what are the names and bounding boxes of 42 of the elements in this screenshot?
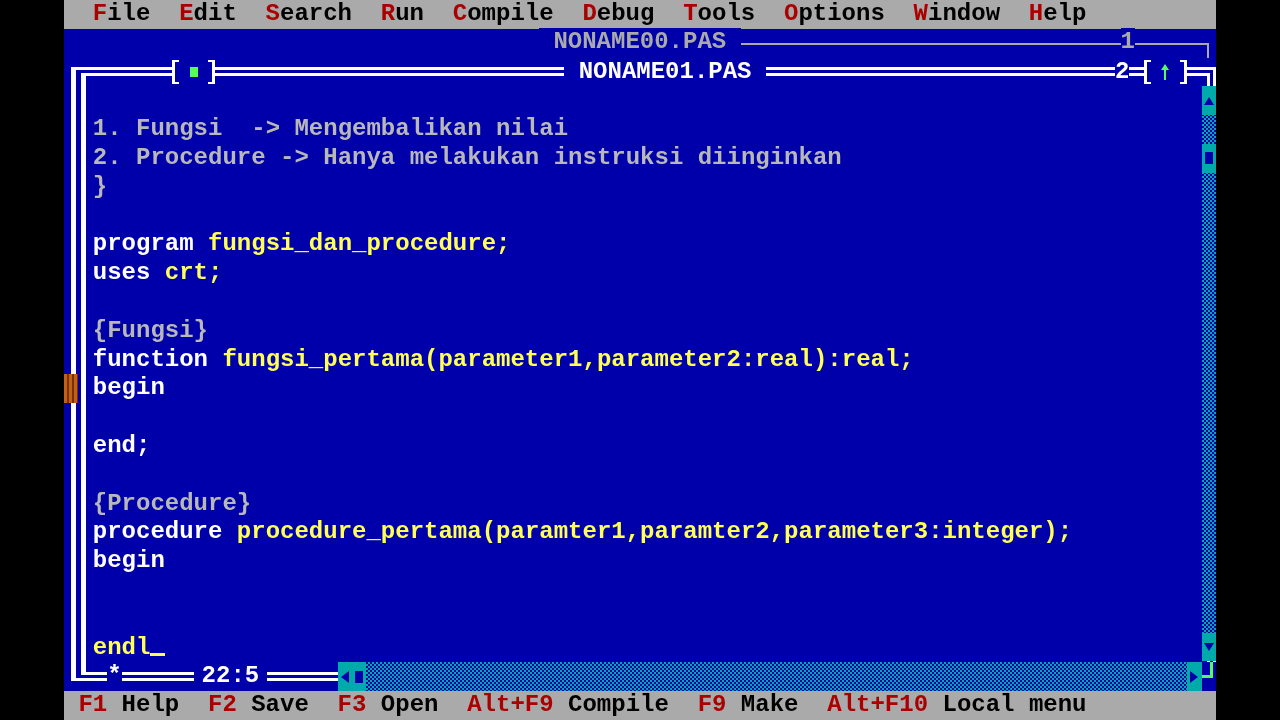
status-shortcut[interactable]: F1 Help [64, 691, 194, 720]
menu-item[interactable]: Compile [438, 0, 568, 29]
scroll-thumb[interactable] [1201, 143, 1216, 173]
up-triangle-icon [1203, 95, 1214, 106]
scroll-right-button[interactable] [1187, 662, 1202, 692]
mouse-cursor-block [64, 374, 78, 404]
status-shortcut[interactable]: Alt+F10 Local menu [812, 691, 1101, 720]
code-line: {Fungsi} [92, 316, 209, 346]
resize-corner-icon[interactable] [1201, 662, 1213, 679]
menu-item[interactable]: Debug [568, 0, 669, 29]
code-line: end; [92, 431, 152, 461]
code-line: 1. Fungsi -> Mengembalikan nilai [92, 115, 570, 144]
code-line: procedure procedure_pertama(paramter1,paramter2,parameter3:integer); [92, 518, 1074, 548]
menu-item[interactable]: Search [251, 0, 367, 29]
menu-item[interactable]: Tools [668, 0, 770, 29]
status-shortcut[interactable]: Alt+F9 Compile [452, 691, 684, 720]
scroll-up-button[interactable] [1201, 86, 1216, 116]
code-line: uses crt; [92, 259, 224, 288]
right-triangle-icon [1189, 670, 1200, 683]
code-line: begin [92, 547, 166, 576]
scroll-thumb[interactable] [352, 662, 367, 692]
horizontal-scrollbar[interactable] [337, 662, 1202, 692]
left-triangle-icon [339, 670, 350, 683]
up-arrow-icon [1160, 63, 1171, 81]
code-line: begin [92, 374, 166, 404]
menu-item[interactable]: Run [366, 0, 439, 29]
scroll-left-button[interactable] [337, 662, 352, 692]
code-line: } [92, 172, 109, 202]
scroll-down-button[interactable] [1201, 632, 1216, 662]
status-shortcut[interactable]: F3 Open [323, 691, 453, 720]
code-line: 2. Procedure -> Hanya melakukan instruksi diinginkan [92, 143, 843, 173]
code-line: function fungsi_pertama(parameter1,parameter2:real):real; [92, 345, 915, 375]
code-line: {Procedure} [92, 489, 253, 519]
menu-item[interactable]: Help [1014, 0, 1101, 29]
down-triangle-icon [1203, 641, 1214, 652]
menu-item[interactable]: Edit [164, 0, 252, 29]
menu-item[interactable]: Window [899, 0, 1015, 29]
menu-item[interactable]: File [78, 0, 165, 29]
menu-item[interactable]: Options [769, 0, 900, 29]
status-shortcut[interactable]: F9 Make [683, 691, 813, 720]
status-shortcut[interactable]: F2 Save [193, 691, 324, 720]
code-line: program fungsi_dan_procedure; [92, 230, 512, 260]
